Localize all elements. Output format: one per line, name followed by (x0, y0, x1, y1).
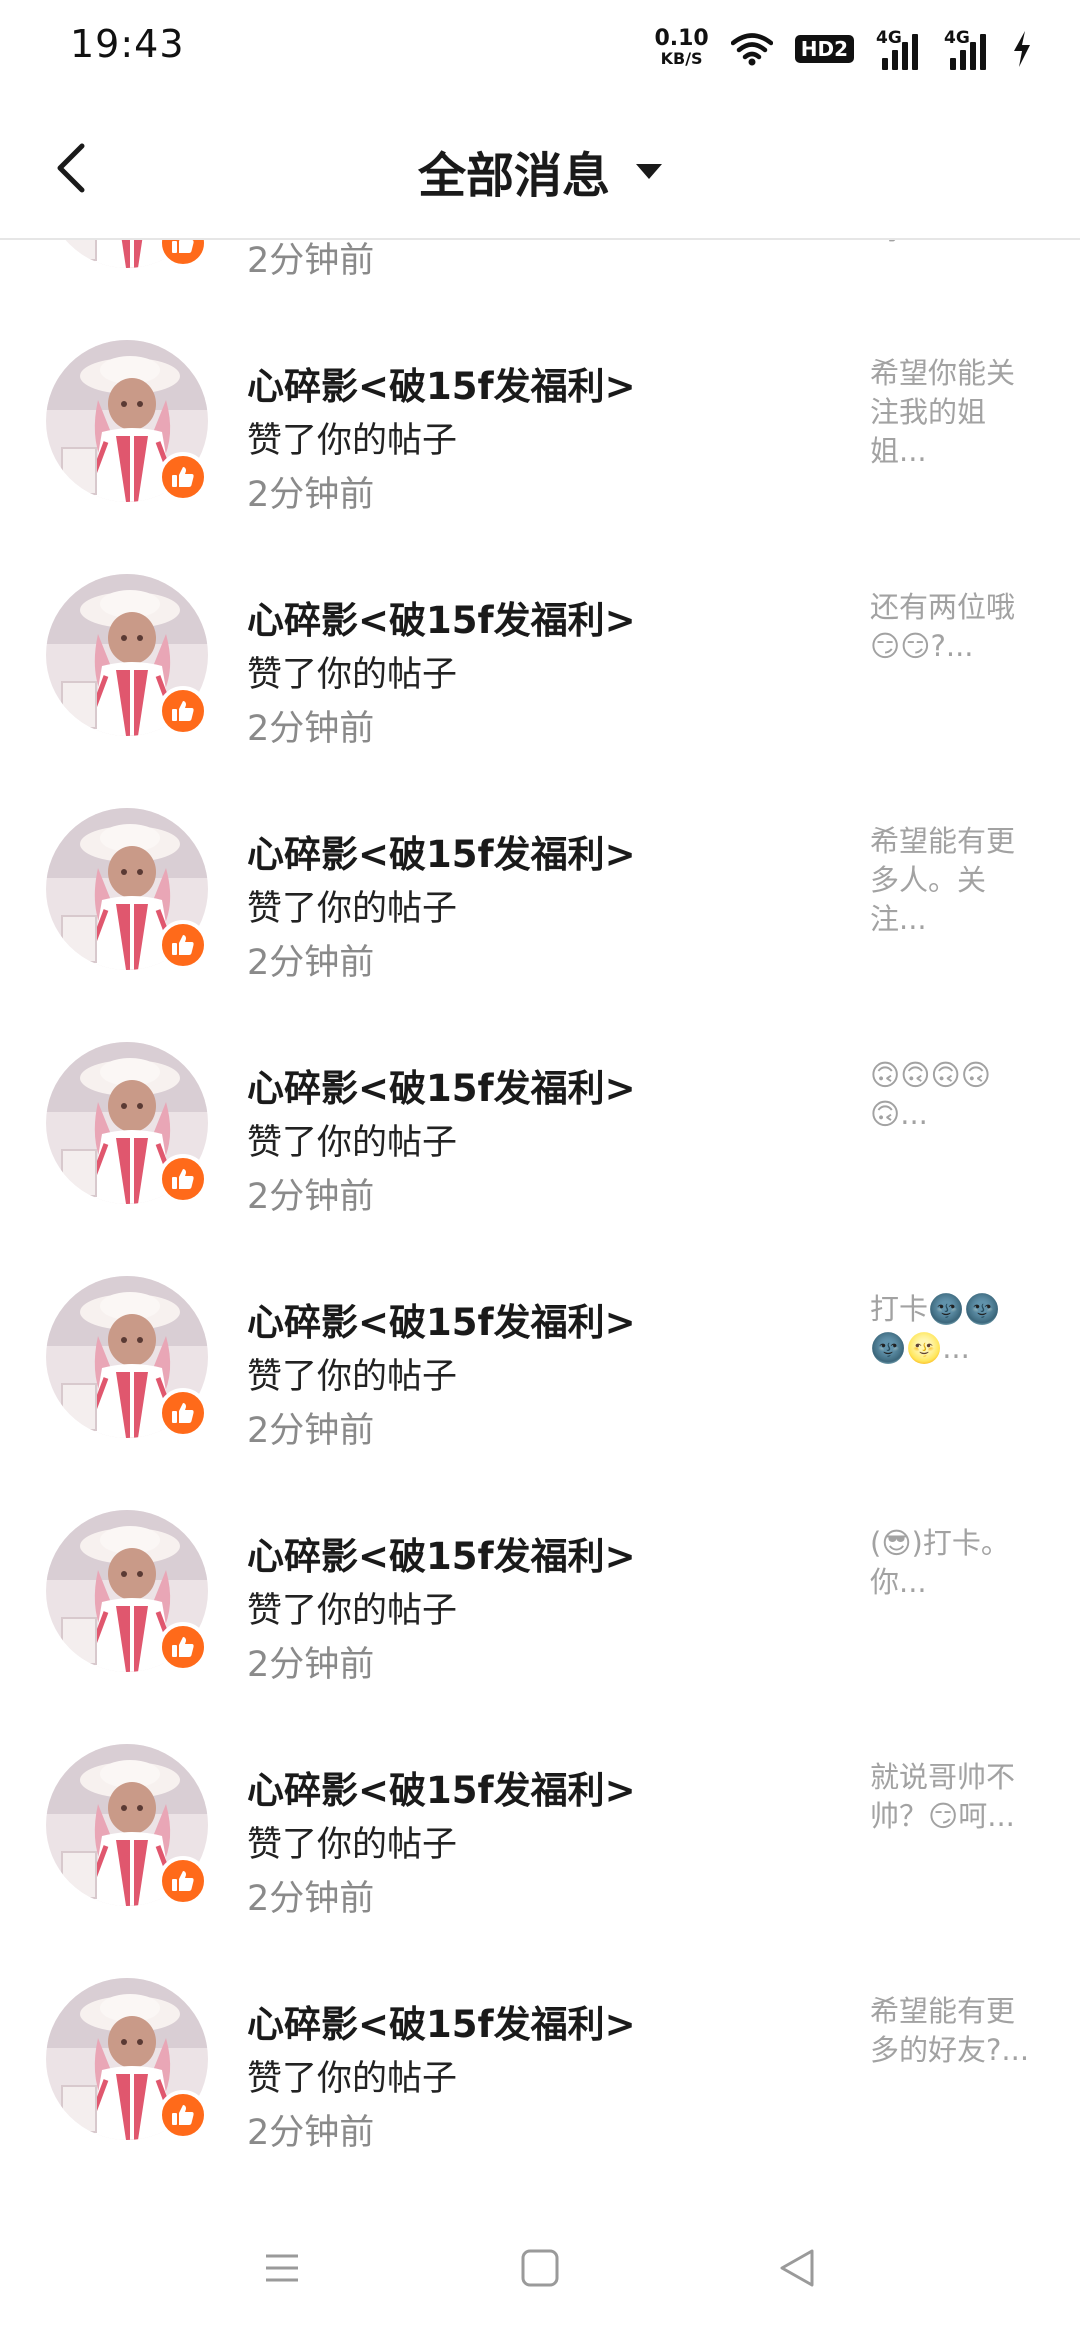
notification-item[interactable]: 心碎影<破15f发福利> 赞了你的帖子 2分钟前 🙃🙃🙃🙃🙃... (0, 1006, 1080, 1240)
notification-username[interactable]: 心碎影<破15f发福利> (247, 1292, 636, 1346)
thumbs-up-icon (172, 1169, 194, 1189)
like-badge (158, 452, 208, 502)
thumbs-up-icon (172, 467, 194, 487)
system-nav-bar (0, 2198, 1080, 2340)
menu-icon (266, 2254, 298, 2282)
thumbs-up-icon (172, 1403, 194, 1423)
post-preview[interactable]: (😎)打卡。你... (870, 1524, 1030, 1602)
notification-item[interactable]: 心碎影<破15f发福利> 赞了你的帖子 2分钟前 希望能有更多人。关注... (0, 772, 1080, 1006)
thumbs-up-icon (172, 238, 194, 253)
post-preview[interactable]: 就说哥帅不帅？😏呵... (870, 1758, 1030, 1836)
notification-time: 2分钟前 (247, 2113, 375, 2153)
back-triangle-icon (780, 2249, 814, 2287)
like-badge (158, 1154, 208, 1204)
notification-time: 2分钟前 (247, 943, 375, 983)
message-filter-dropdown[interactable]: 全部消息 (0, 136, 1080, 206)
notification-action: 赞了你的帖子 (247, 889, 458, 929)
post-preview[interactable]: 打卡🌚🌚🌚🌝... (870, 1290, 1030, 1368)
notification-username[interactable]: 心碎影<破15f发福利> (247, 1526, 636, 1580)
notification-action: 赞了你的帖子 (247, 421, 458, 461)
charging-icon (1014, 31, 1030, 67)
network-speed-value: 0.10 (654, 26, 709, 51)
network-speed: 0.10 KB/S (654, 26, 709, 69)
notification-item[interactable]: 心碎影<破15f发福利> 赞了你的帖子 2分钟前 就说哥帅不帅？😏呵... (0, 1708, 1080, 1942)
like-badge (158, 1622, 208, 1672)
notification-username[interactable]: 心碎影<破15f发福利> (247, 590, 636, 644)
notification-time: 2分钟前 (247, 709, 375, 749)
post-preview[interactable]: 还有两位哦😏😏?... (870, 588, 1030, 666)
hd-voice-badge: HD2 (794, 35, 854, 63)
notification-username[interactable]: 心碎影<破15f发福利> (247, 1058, 636, 1112)
like-badge (158, 686, 208, 736)
notification-username[interactable]: 心碎影<破15f发福利> (247, 824, 636, 878)
notification-time: 2分钟前 (247, 1177, 375, 1217)
signal-icon: 4G (876, 28, 922, 70)
notification-time: 2分钟前 (247, 1645, 375, 1685)
notification-item[interactable]: 心碎影<破15f发福利> 赞了你的帖子 2分钟前 打卡🌚🌚🌚🌝... (0, 1240, 1080, 1474)
top-header: 全部消息 (0, 96, 1080, 240)
status-time: 19:43 (70, 22, 185, 66)
status-bar: 19:43 0.10 KB/S HD2 4G 4G (0, 0, 1080, 96)
home-button[interactable] (510, 2238, 570, 2298)
notification-username[interactable]: 心碎影<破15f发福利> (247, 356, 636, 410)
signal-label: 4G (876, 28, 902, 48)
post-preview[interactable]: 🙃🙃🙃🙃🙃... (870, 1056, 1030, 1134)
notification-list[interactable]: 2分钟前 吗？... 心碎影<破15f发福利> 赞了你的帖子 2分钟前 希望你能… (0, 238, 1080, 2198)
like-badge (158, 1388, 208, 1438)
wifi-icon (730, 33, 773, 66)
dropdown-triangle-icon (636, 163, 662, 179)
notification-time: 2分钟前 (247, 1411, 375, 1451)
notification-action: 赞了你的帖子 (247, 1123, 458, 1163)
network-speed-unit: KB/S (660, 49, 703, 68)
like-badge (158, 920, 208, 970)
notification-time: 2分钟前 (247, 241, 375, 281)
recent-apps-button[interactable] (252, 2238, 312, 2298)
notification-item[interactable]: 心碎影<破15f发福利> 赞了你的帖子 2分钟前 希望你能关注我的姐姐... (0, 304, 1080, 538)
signal-icon: 4G (944, 28, 990, 70)
thumbs-up-icon (172, 1871, 194, 1891)
notification-item[interactable]: 2分钟前 吗？... (0, 238, 1080, 304)
notification-action: 赞了你的帖子 (247, 1357, 458, 1397)
thumbs-up-icon (172, 2105, 194, 2125)
notification-username[interactable]: 心碎影<破15f发福利> (247, 1994, 636, 2048)
notification-username[interactable]: 心碎影<破15f发福利> (247, 1760, 636, 1814)
status-icons: 0.10 KB/S HD2 4G 4G (654, 24, 1032, 74)
notification-item[interactable]: 心碎影<破15f发福利> 赞了你的帖子 2分钟前 希望能有更多的好友?... (0, 1942, 1080, 2176)
notification-item[interactable]: 心碎影<破15f发福利> 赞了你的帖子 2分钟前 (😎)打卡。你... (0, 1474, 1080, 1708)
notification-time: 2分钟前 (247, 1879, 375, 1919)
like-badge (158, 2090, 208, 2140)
notification-action: 赞了你的帖子 (247, 655, 458, 695)
thumbs-up-icon (172, 1637, 194, 1657)
notification-time: 2分钟前 (247, 475, 375, 515)
signal-label: 4G (944, 28, 970, 48)
system-back-button[interactable] (768, 2238, 828, 2298)
post-preview[interactable]: 希望能有更多人。关注... (870, 822, 1030, 939)
notification-action: 赞了你的帖子 (247, 1591, 458, 1631)
like-badge (158, 1856, 208, 1906)
page-title: 全部消息 (417, 148, 610, 204)
thumbs-up-icon (172, 701, 194, 721)
notification-action: 赞了你的帖子 (247, 1825, 458, 1865)
post-preview[interactable]: 希望你能关注我的姐姐... (870, 354, 1030, 471)
home-square-icon (521, 2249, 559, 2287)
thumbs-up-icon (172, 935, 194, 955)
notification-action: 赞了你的帖子 (247, 2059, 458, 2099)
like-badge (158, 238, 208, 268)
post-preview[interactable]: 希望能有更多的好友?... (870, 1992, 1030, 2070)
notification-item[interactable]: 心碎影<破15f发福利> 赞了你的帖子 2分钟前 还有两位哦😏😏?... (0, 538, 1080, 772)
